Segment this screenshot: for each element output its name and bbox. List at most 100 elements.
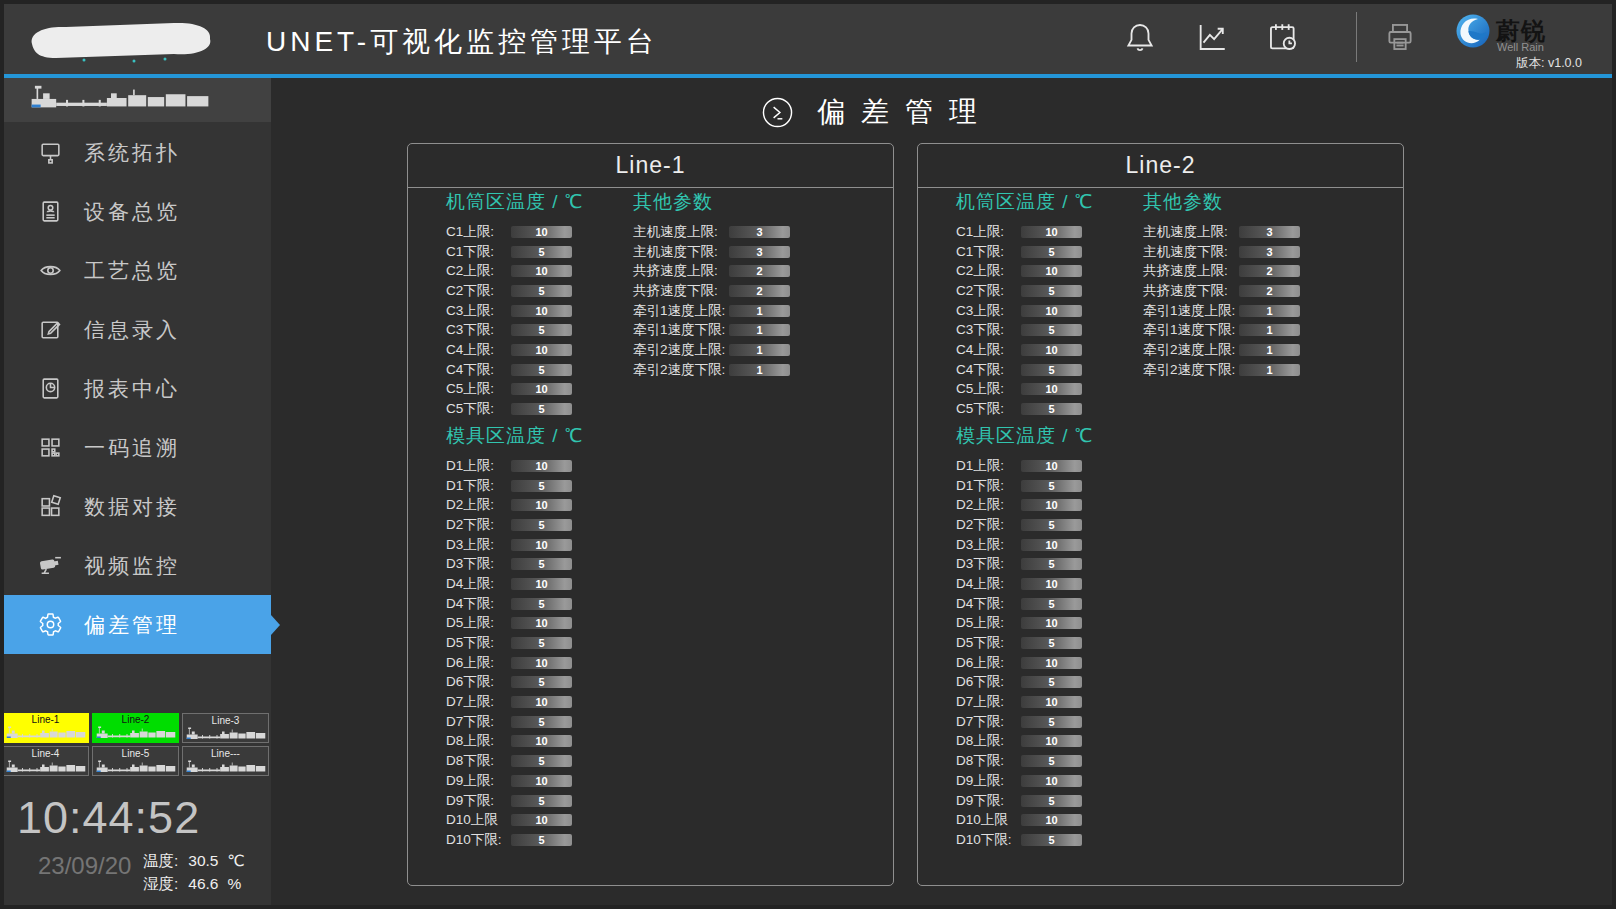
param-value-input[interactable]: 5 [511, 637, 572, 649]
param-value-input[interactable]: 1 [729, 305, 790, 317]
sidebar-item-devices[interactable]: 设备总览 [0, 182, 271, 241]
param-value-input[interactable]: 5 [511, 324, 572, 336]
param-value-input[interactable]: 10 [1021, 735, 1082, 747]
param-label: C4上限: [446, 341, 511, 359]
param-value-input[interactable]: 5 [1021, 795, 1082, 807]
param-value-input[interactable]: 3 [1239, 246, 1300, 258]
param-value-input[interactable]: 10 [1021, 305, 1082, 317]
param-value-input[interactable]: 2 [1239, 285, 1300, 297]
sidebar-item-entry[interactable]: 信息录入 [0, 300, 271, 359]
param-value-input[interactable]: 3 [1239, 226, 1300, 238]
param-value-input[interactable]: 1 [1239, 324, 1300, 336]
param-value-input[interactable]: 10 [511, 499, 572, 511]
sidebar-item-data-link[interactable]: 数据对接 [0, 477, 271, 536]
param-value-input[interactable]: 1 [729, 344, 790, 356]
sidebar-item-topology[interactable]: 系统拓扑 [0, 123, 271, 182]
param-value-input[interactable]: 5 [511, 403, 572, 415]
sidebar-item-deviation[interactable]: 偏差管理 [0, 595, 271, 654]
param-value-input[interactable]: 10 [1021, 344, 1082, 356]
param-value-input[interactable]: 5 [511, 364, 572, 376]
param-value-input[interactable]: 10 [511, 539, 572, 551]
sidebar-item-reports[interactable]: 报表中心 [0, 359, 271, 418]
production-line-graphic [0, 78, 271, 122]
param-value-input[interactable]: 2 [1239, 265, 1300, 277]
param-value-input[interactable]: 5 [1021, 716, 1082, 728]
param-value-input[interactable]: 5 [1021, 324, 1082, 336]
param-value-input[interactable]: 10 [1021, 383, 1082, 395]
param-value-input[interactable]: 10 [511, 460, 572, 472]
param-value-input[interactable]: 10 [1021, 617, 1082, 629]
param-value-input[interactable]: 10 [511, 383, 572, 395]
param-value-input[interactable]: 10 [1021, 814, 1082, 826]
param-value-input[interactable]: 10 [511, 578, 572, 590]
param-value-input[interactable]: 5 [511, 755, 572, 767]
param-value-input[interactable]: 10 [1021, 499, 1082, 511]
param-value-input[interactable]: 5 [1021, 637, 1082, 649]
param-value-input[interactable]: 5 [1021, 403, 1082, 415]
param-value-input[interactable]: 5 [1021, 755, 1082, 767]
param-value-input[interactable]: 5 [1021, 558, 1082, 570]
param-value-input[interactable]: 10 [1021, 696, 1082, 708]
param-value-input[interactable]: 10 [1021, 226, 1082, 238]
param-value-input[interactable]: 10 [511, 617, 572, 629]
sidebar-item-video[interactable]: 视频监控 [0, 536, 271, 595]
param-value-input[interactable]: 5 [511, 558, 572, 570]
param-value-input[interactable]: 1 [729, 324, 790, 336]
trend-chart-icon[interactable] [1195, 20, 1229, 54]
param-value-input[interactable]: 10 [511, 814, 572, 826]
param-value-input[interactable]: 10 [511, 344, 572, 356]
param-value-input[interactable]: 10 [511, 775, 572, 787]
param-value-input[interactable]: 3 [729, 226, 790, 238]
param-value-input[interactable]: 2 [729, 285, 790, 297]
param-value-input[interactable]: 10 [1021, 265, 1082, 277]
param-value-input[interactable]: 10 [1021, 775, 1082, 787]
param-value-input[interactable]: 1 [1239, 305, 1300, 317]
param-value-input[interactable]: 1 [729, 364, 790, 376]
param-value-input[interactable]: 5 [1021, 676, 1082, 688]
param-row: C3下限:5 [956, 320, 1093, 340]
line-thumbnail[interactable]: Line-5 [92, 746, 179, 776]
param-value-input[interactable]: 5 [511, 795, 572, 807]
param-value-input[interactable]: 5 [511, 598, 572, 610]
param-value-input[interactable]: 5 [511, 246, 572, 258]
param-value-input[interactable]: 3 [729, 246, 790, 258]
param-value-input[interactable]: 5 [1021, 480, 1082, 492]
printer-icon[interactable] [1383, 20, 1417, 54]
param-value-input[interactable]: 10 [511, 265, 572, 277]
param-value-input[interactable]: 1 [1239, 364, 1300, 376]
param-value-input[interactable]: 10 [511, 305, 572, 317]
param-value-input[interactable]: 5 [511, 519, 572, 531]
calendar-clock-icon[interactable] [1266, 20, 1300, 54]
param-value-input[interactable]: 2 [729, 265, 790, 277]
param-label: 主机速度下限: [633, 243, 729, 261]
param-value-input[interactable]: 10 [511, 657, 572, 669]
line-thumbnail[interactable]: Line-1 [2, 713, 89, 743]
line-thumbnail[interactable]: Line--- [182, 746, 269, 776]
param-value-input[interactable]: 10 [511, 696, 572, 708]
param-value-input[interactable]: 5 [511, 285, 572, 297]
line-thumbnail[interactable]: Line-3 [182, 713, 269, 743]
param-value-input[interactable]: 5 [1021, 834, 1082, 846]
param-value-input[interactable]: 5 [1021, 246, 1082, 258]
line-thumbnail[interactable]: Line-2 [92, 713, 179, 743]
param-value-input[interactable]: 10 [1021, 578, 1082, 590]
param-value-input[interactable]: 10 [1021, 460, 1082, 472]
line-thumbnail[interactable]: Line-4 [2, 746, 89, 776]
param-value-input[interactable]: 5 [511, 834, 572, 846]
param-value-input[interactable]: 10 [511, 226, 572, 238]
param-value-input[interactable]: 5 [511, 480, 572, 492]
param-value-input[interactable]: 5 [1021, 598, 1082, 610]
param-value-input[interactable]: 10 [1021, 657, 1082, 669]
sidebar-item-trace[interactable]: 一码追溯 [0, 418, 271, 477]
param-value-input[interactable]: 5 [1021, 285, 1082, 297]
param-value-input[interactable]: 1 [1239, 344, 1300, 356]
param-value-input[interactable]: 5 [1021, 519, 1082, 531]
param-value-input[interactable]: 5 [511, 676, 572, 688]
bell-icon[interactable] [1123, 20, 1157, 54]
param-value-input[interactable]: 5 [511, 716, 572, 728]
param-value-input[interactable]: 5 [1021, 364, 1082, 376]
sidebar-item-process[interactable]: 工艺总览 [0, 241, 271, 300]
param-value-input[interactable]: 10 [1021, 539, 1082, 551]
param-label: C4上限: [956, 341, 1021, 359]
param-value-input[interactable]: 10 [511, 735, 572, 747]
